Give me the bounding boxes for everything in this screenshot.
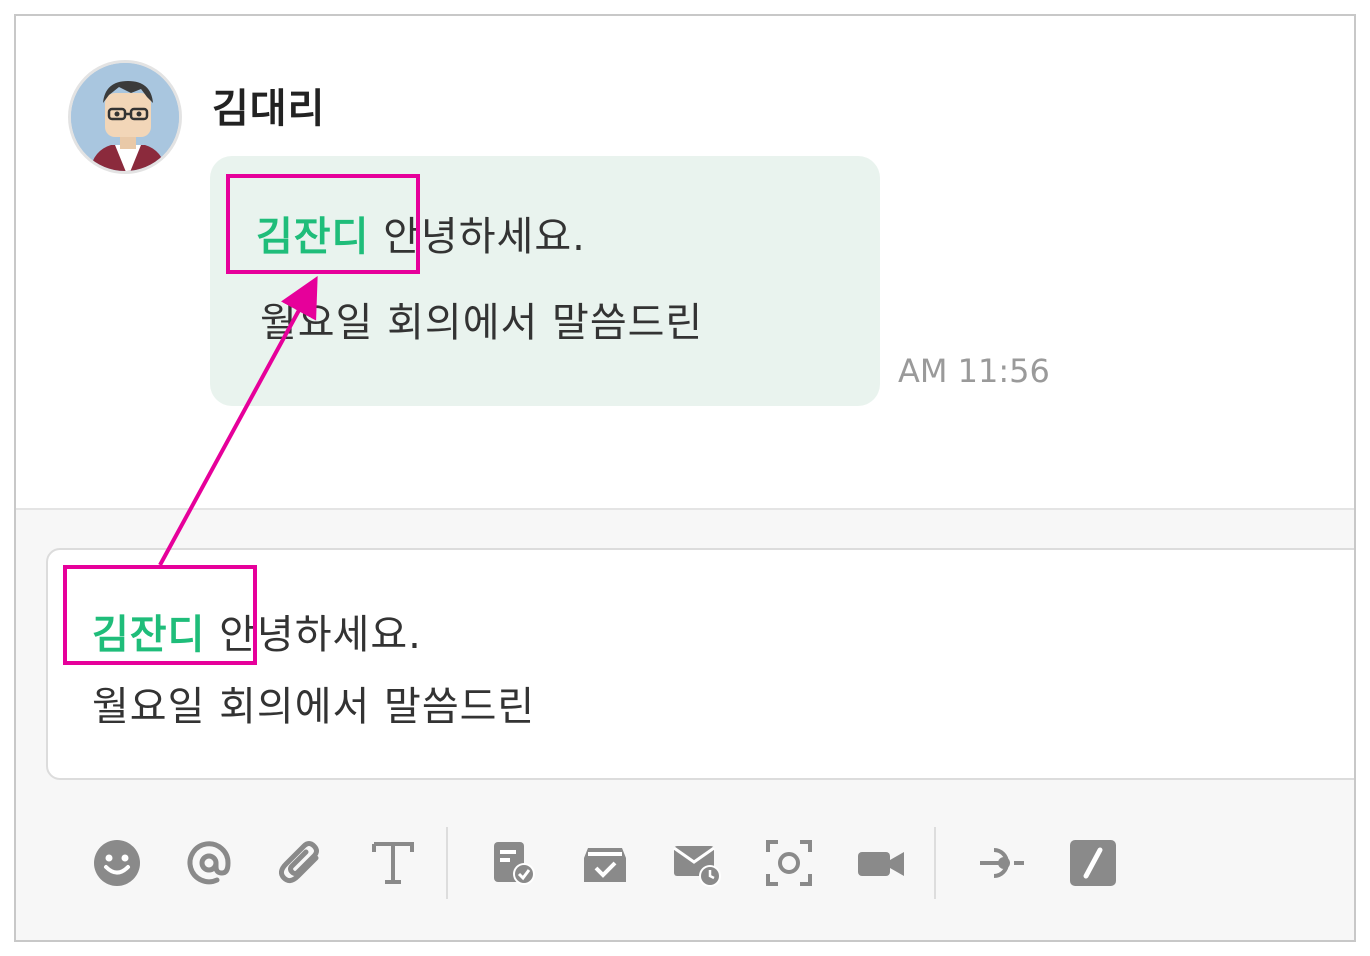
message-line-1-text: 안녕하세요. bbox=[369, 214, 586, 260]
composer-line-1-text: 안녕하세요. bbox=[205, 612, 422, 658]
avatar-illustration bbox=[71, 63, 179, 171]
composer-mention[interactable]: 김잔디 bbox=[92, 612, 205, 658]
connect-icon[interactable] bbox=[972, 834, 1030, 892]
composer-line-2: 월요일 회의에서 말씀드린 bbox=[92, 684, 536, 730]
user-avatar[interactable] bbox=[68, 60, 182, 174]
composer-toolbar bbox=[88, 827, 1156, 899]
screenshot-icon[interactable] bbox=[760, 834, 818, 892]
message-line-2: 월요일 회의에서 말씀드린 bbox=[260, 300, 704, 346]
emoji-icon[interactable] bbox=[88, 834, 146, 892]
scheduled-mail-icon[interactable] bbox=[668, 834, 726, 892]
attach-icon[interactable] bbox=[272, 834, 330, 892]
text-format-icon[interactable] bbox=[364, 834, 422, 892]
message-bubble[interactable]: 김잔디 안녕하세요. 월요일 회의에서 말씀드린 bbox=[210, 156, 880, 406]
message-line-1: 김잔디 안녕하세요. bbox=[256, 204, 586, 262]
file-check-icon[interactable] bbox=[484, 834, 542, 892]
message-timestamp: AM 11:56 bbox=[898, 352, 1050, 390]
mention-icon[interactable] bbox=[180, 834, 238, 892]
archive-check-icon[interactable] bbox=[576, 834, 634, 892]
message-mention[interactable]: 김잔디 bbox=[256, 214, 369, 260]
slash-command-icon[interactable] bbox=[1064, 834, 1122, 892]
chat-window: 김대리 김잔디 안녕하세요. 월요일 회의에서 말씀드린 AM 11:56 김잔… bbox=[14, 14, 1356, 942]
composer-line-1: 김잔디 안녕하세요. bbox=[92, 602, 422, 660]
sender-name: 김대리 bbox=[212, 86, 326, 132]
toolbar-divider-2 bbox=[934, 827, 936, 899]
toolbar-divider bbox=[446, 827, 448, 899]
video-icon[interactable] bbox=[852, 834, 910, 892]
message-input[interactable]: 김잔디 안녕하세요. 월요일 회의에서 말씀드린 bbox=[46, 548, 1354, 780]
message-list: 김대리 김잔디 안녕하세요. 월요일 회의에서 말씀드린 AM 11:56 bbox=[16, 16, 1354, 508]
composer-area: 김잔디 안녕하세요. 월요일 회의에서 말씀드린 bbox=[16, 508, 1354, 940]
